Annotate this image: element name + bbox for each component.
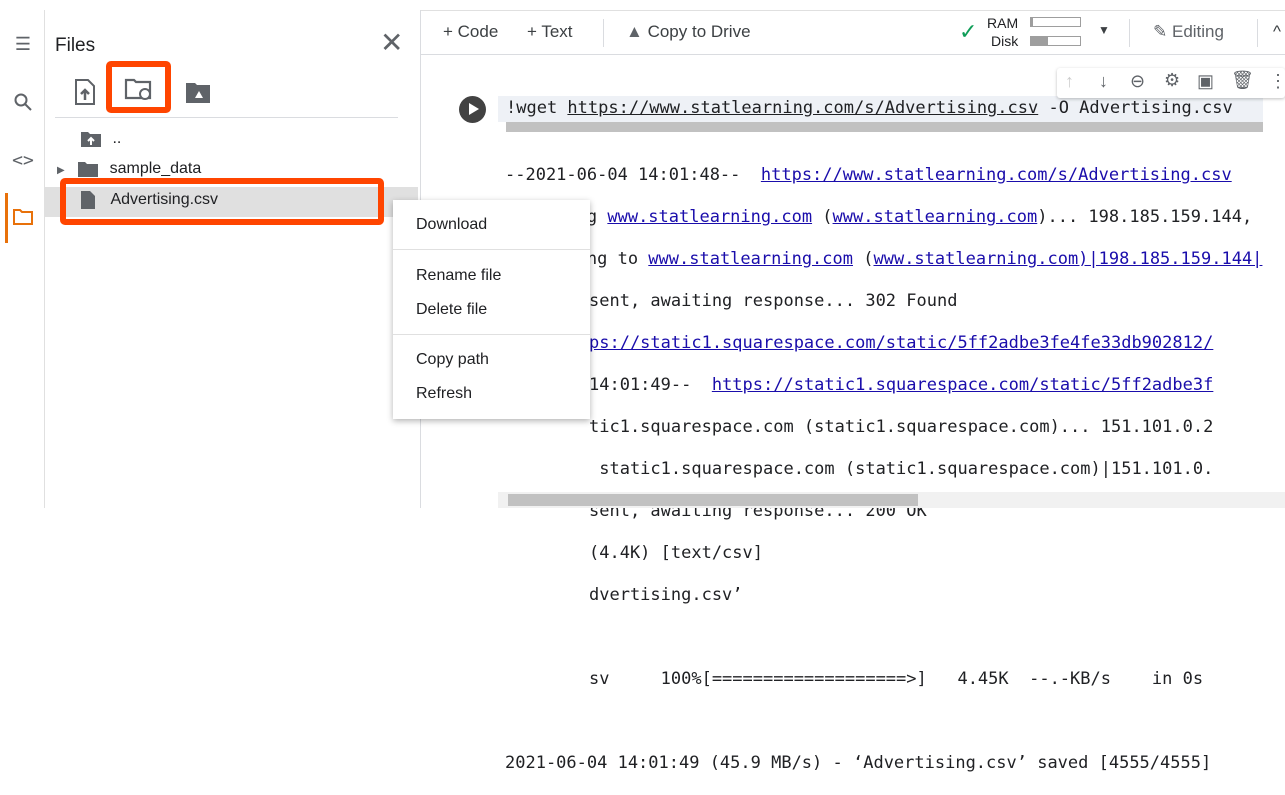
output-link[interactable]: https://static1.squarespace.com/static/5… <box>712 375 1214 395</box>
disk-label: Disk <box>991 33 1019 49</box>
upload-icon[interactable] <box>74 78 96 111</box>
divider <box>393 249 590 250</box>
menu-item-download[interactable]: Download <box>416 216 487 234</box>
run-cell-button[interactable] <box>459 96 486 123</box>
cell-toolbar: ↑ ↓ ⊖ ⚙ ▣ 🗑 ⋮ <box>1057 68 1285 98</box>
refresh-button-highlight[interactable] <box>106 61 171 113</box>
menu-item-rename-file[interactable]: Rename file <box>416 267 501 285</box>
delete-trash-icon[interactable]: 🗑 <box>1231 70 1254 91</box>
output-link[interactable]: www.statlearning.com <box>648 249 853 269</box>
tree-item-label: sample_data <box>109 160 202 178</box>
scrollbar-thumb[interactable] <box>508 494 918 506</box>
collapse-icon[interactable]: ^ <box>1273 22 1281 42</box>
connected-check-icon: ✓ <box>959 19 978 44</box>
menu-item-delete-file[interactable]: Delete file <box>416 301 487 319</box>
drive-icon: ▲ <box>626 22 643 41</box>
link-icon[interactable]: ⊖ <box>1130 71 1145 92</box>
tree-item-advertising-csv[interactable]: Advertising.csv <box>80 190 218 210</box>
notebook-toolbar: + Code + Text ▲ Copy to Drive ✓ RAM Disk… <box>421 10 1285 55</box>
menu-item-copy-path[interactable]: Copy path <box>416 351 489 369</box>
code-scrollbar[interactable] <box>506 122 1263 132</box>
code-text: -O Advertising.csv <box>1038 98 1233 118</box>
close-icon[interactable]: ✕ <box>380 26 403 59</box>
divider <box>1257 19 1258 47</box>
move-down-icon[interactable]: ↓ <box>1099 71 1108 92</box>
move-up-icon[interactable]: ↑ <box>1065 71 1074 92</box>
editing-label: Editing <box>1171 22 1224 41</box>
mount-drive-icon[interactable] <box>185 82 211 109</box>
menu-item-refresh[interactable]: Refresh <box>416 385 472 403</box>
active-indicator <box>5 193 8 243</box>
output-scrollbar[interactable] <box>498 492 1285 508</box>
tree-item-label: .. <box>112 130 122 148</box>
output-link[interactable]: www.statlearning.com <box>833 207 1038 227</box>
expand-arrow-icon[interactable]: ▶ <box>57 165 65 176</box>
pencil-icon: ✎ <box>1153 22 1168 41</box>
divider <box>603 19 604 47</box>
add-code-button[interactable]: + Code <box>443 22 498 42</box>
tree-item-sample-data[interactable]: ▶ sample_data <box>57 160 201 178</box>
settings-gear-icon[interactable]: ⚙ <box>1164 70 1180 91</box>
context-menu: Download Rename file Delete file Copy pa… <box>393 200 590 419</box>
cell-output: --2021-06-04 14:01:48-- https://www.stat… <box>505 165 1263 773</box>
copy-to-drive-label: Copy to Drive <box>647 22 751 41</box>
output-link[interactable]: www.statlearning.com)|198.185.159.144| <box>873 249 1262 269</box>
divider <box>55 117 398 118</box>
code-snippets-icon[interactable]: <> <box>12 150 34 172</box>
panel-title: Files <box>55 35 96 56</box>
output-link[interactable]: https://www.statlearning.com/s/Advertisi… <box>761 165 1232 185</box>
more-options-icon[interactable]: ⋮ <box>1269 71 1285 92</box>
files-panel: Files ✕ .. ▶ sample_data Advertising.csv <box>45 10 421 508</box>
play-icon <box>469 103 479 115</box>
ram-label: RAM <box>987 15 1019 31</box>
table-of-contents-icon[interactable]: ☰ <box>12 34 34 56</box>
folder-icon[interactable] <box>12 208 34 230</box>
ram-bar[interactable] <box>1030 17 1081 27</box>
add-text-button[interactable]: + Text <box>527 22 573 42</box>
activity-rail: ☰ <> <box>0 10 45 508</box>
code-url[interactable]: https://www.statlearning.com/s/Advertisi… <box>567 98 1038 118</box>
tree-item-label: Advertising.csv <box>110 191 219 209</box>
copy-to-drive-button[interactable]: ▲ Copy to Drive <box>626 22 751 42</box>
code-input[interactable]: !wget https://www.statlearning.com/s/Adv… <box>498 96 1263 122</box>
divider <box>1129 19 1130 47</box>
mirror-cell-icon[interactable]: ▣ <box>1197 71 1214 92</box>
output-link[interactable]: ps://static1.squarespace.com/static/5ff2… <box>589 333 1213 353</box>
divider <box>393 334 590 335</box>
tree-item-parent[interactable]: .. <box>80 130 121 148</box>
code-text: !wget <box>506 98 568 118</box>
search-icon[interactable] <box>12 92 34 114</box>
output-link[interactable]: www.statlearning.com <box>607 207 812 227</box>
disk-bar[interactable] <box>1030 36 1081 46</box>
resources-dropdown-icon[interactable]: ▼ <box>1098 23 1110 37</box>
editing-button[interactable]: ✎ Editing <box>1153 22 1224 42</box>
